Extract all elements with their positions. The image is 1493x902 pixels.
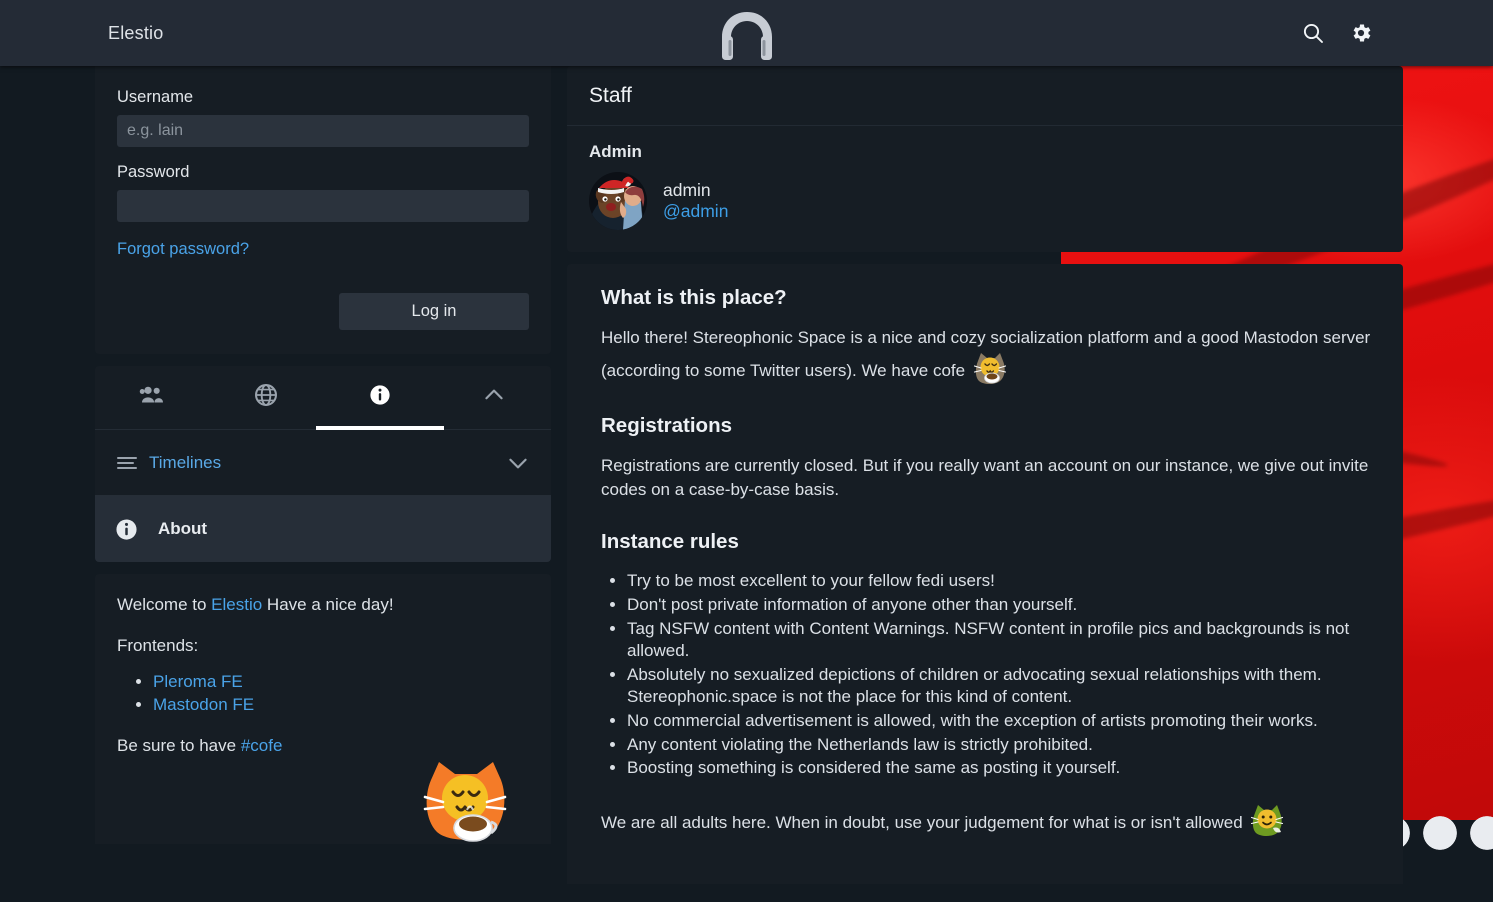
list-item: Pleroma FE <box>153 670 529 693</box>
list-item: Mastodon FE <box>153 693 529 716</box>
main-column: Staff Admin admin @admin What is this pl… <box>567 66 1403 884</box>
top-navigation-bar: Elestio <box>0 0 1493 66</box>
search-icon[interactable] <box>1301 21 1325 45</box>
brown-cat-cofe-emoji <box>972 350 1008 386</box>
sidebar-item-label: About <box>158 519 208 538</box>
info-circle-icon <box>115 518 149 541</box>
log-in-button[interactable]: Log in <box>339 293 529 330</box>
headphones-icon[interactable] <box>714 8 780 62</box>
login-button-row: Log in <box>117 293 529 330</box>
staff-panel-body: Admin admin @admin <box>567 126 1403 252</box>
welcome-greeting: Welcome to Elestio Have a nice day! <box>117 594 529 617</box>
staff-handle-link[interactable]: @admin <box>663 201 728 222</box>
username-label: Username <box>117 88 194 106</box>
chevron-down-icon[interactable] <box>505 450 531 476</box>
site-name: Elestio <box>108 22 164 43</box>
instance-rules-list: Try to be most excellent to your fellow … <box>627 570 1375 779</box>
about-heading-rules: Instance rules <box>601 530 739 554</box>
username-field-block: Username <box>117 88 529 147</box>
list-item: No commercial advertisement is allowed, … <box>627 710 1375 733</box>
hamburger-icon <box>115 453 149 473</box>
avatar[interactable] <box>589 172 647 230</box>
list-item: Try to be most excellent to your fellow … <box>627 570 1375 593</box>
globe-icon <box>253 382 279 413</box>
tab-people[interactable] <box>95 366 209 429</box>
staff-display-name: admin <box>663 179 711 200</box>
info-circle-icon <box>369 384 391 411</box>
hashtag-cofe-link[interactable]: #cofe <box>241 736 283 755</box>
about-body-registrations: Registrations are currently closed. But … <box>601 456 1369 500</box>
staff-panel: Staff Admin admin @admin <box>567 66 1403 252</box>
left-sidebar: Username Password Forgot password? Log i… <box>95 66 551 844</box>
about-heading-what: What is this place? <box>601 286 787 309</box>
password-label: Password <box>117 163 190 181</box>
page-title: Staff <box>589 83 632 107</box>
sidebar-item-label: Timelines <box>149 452 222 472</box>
staff-role-heading: Admin <box>589 142 642 161</box>
topbar-actions <box>1301 21 1373 45</box>
about-heading-registrations: Registrations <box>601 414 732 438</box>
green-cat-emoji <box>1249 802 1285 838</box>
staff-names: admin @admin <box>663 180 728 223</box>
instance-link[interactable]: Elestio <box>211 595 262 614</box>
username-input[interactable] <box>117 115 529 147</box>
staff-panel-header: Staff <box>567 66 1403 126</box>
chevron-up-icon <box>481 382 507 413</box>
about-body-what: Hello there! Stereophonic Space is a nic… <box>601 326 1375 386</box>
list-item: Any content violating the Netherlands la… <box>627 734 1375 757</box>
orange-cat-cofe-emoji <box>415 754 515 844</box>
frontends-label: Frontends: <box>117 635 199 655</box>
password-input[interactable] <box>117 190 529 222</box>
password-field-block: Password <box>117 163 529 222</box>
list-item: Absolutely no sexualized depictions of c… <box>627 664 1375 709</box>
about-instance-panel: What is this place? Hello there! Stereop… <box>567 264 1403 884</box>
sidebar-tabbar <box>95 366 551 430</box>
sidebar-item-timelines[interactable]: Timelines <box>95 430 551 496</box>
instance-welcome-panel: Welcome to Elestio Have a nice day! Fron… <box>95 574 551 844</box>
list-item: Tag NSFW content with Content Warnings. … <box>627 618 1375 663</box>
forgot-password-link[interactable]: Forgot password? <box>117 240 249 259</box>
staff-user-row[interactable]: admin @admin <box>589 172 1381 230</box>
welcome-greeting-pre: Welcome to <box>117 595 212 614</box>
list-item: Boosting something is considered the sam… <box>627 757 1375 780</box>
gear-icon[interactable] <box>1349 21 1373 45</box>
cofe-note-text: Be sure to have <box>117 735 241 755</box>
tab-federated[interactable] <box>209 366 323 429</box>
login-form-panel: Username Password Forgot password? Log i… <box>95 66 551 354</box>
frontend-link-pleroma[interactable]: Pleroma FE <box>153 672 243 691</box>
sidebar-collapse-button[interactable] <box>437 366 551 429</box>
about-closing-text: We are all adults here. When in doubt, u… <box>601 812 1243 832</box>
tab-about[interactable] <box>323 366 437 429</box>
sidebar-nav-panel: Timelines About <box>95 366 551 562</box>
sidebar-item-about[interactable]: About <box>95 496 551 562</box>
welcome-greeting-post: Have a nice day! <box>262 595 394 614</box>
columns-container: Username Password Forgot password? Log i… <box>0 66 1493 902</box>
frontends-list: Pleroma FE Mastodon FE <box>153 670 529 717</box>
frontend-link-mastodon[interactable]: Mastodon FE <box>153 695 254 714</box>
list-item: Don't post private information of anyone… <box>627 594 1375 617</box>
people-group-icon <box>138 381 166 414</box>
about-closing-note: We are all adults here. When in doubt, u… <box>601 802 1375 838</box>
